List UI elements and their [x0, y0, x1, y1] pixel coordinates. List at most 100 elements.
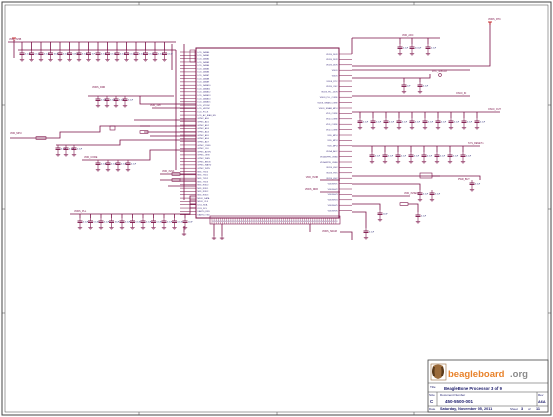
pin-label: GPMC_AD6: [198, 137, 210, 140]
pin-label: GPMC_AD3: [198, 127, 210, 130]
capacitor-value: 0.1uF: [369, 232, 375, 234]
pin-label: LCD_DATA2: [198, 57, 211, 60]
pin-label: GPMC_WAIT0: [198, 164, 213, 167]
net-label: PWR_BUT: [458, 178, 470, 181]
schematic-sheet: 0.1uF 0.1uF 0.1uF 10uF 0.1uF 0.01uF 0.1uF 1uF 0.…: [0, 0, 553, 417]
pin-label: LCD_DATA10: [198, 84, 212, 87]
pin-label: MII1_TXD3: [198, 181, 209, 183]
pin-label: VDDS_HVX: [326, 173, 338, 175]
capacitor-value: 0.1uF: [475, 184, 481, 186]
pin-label: LCD_DATA9: [198, 81, 211, 84]
pin-label: VDDS_PLL_CORE: [320, 97, 338, 99]
pin-label: VDDSHV4: [328, 200, 339, 202]
pin-label: VDDS_RTC: [326, 81, 338, 83]
rev-caption: Rev: [538, 393, 544, 397]
capacitor-value: 0.1uF: [363, 122, 369, 124]
sheet-number: 3: [521, 407, 523, 411]
capacitor-value: 0.1uF: [441, 122, 447, 124]
net-label: VDD_3V3B: [306, 176, 319, 179]
capacitor-value: 0.1uF: [466, 156, 472, 158]
pin-label: VDD_MPU: [327, 146, 338, 148]
net-label: VDDS_DDR: [92, 86, 105, 89]
pin-label: VDDSHV2: [328, 189, 339, 191]
pin-label: GPMC_AD4: [198, 130, 210, 133]
net-label: VDD_CORE: [84, 156, 98, 159]
pin-label: MDIO_CLK: [198, 201, 209, 203]
pin-label: VDD_MPU: [327, 140, 338, 142]
capacitor-value: 0.1uF: [414, 156, 420, 158]
of-caption: of: [528, 407, 531, 411]
capacitor-value: 0.1uF: [128, 100, 134, 102]
pin-label: GPMC_ADVN: [198, 150, 212, 153]
pin-label: VDD_CORE: [326, 119, 338, 121]
net-label: VDD_1V8: [150, 104, 161, 107]
capacitor-value: 0.1uF: [435, 194, 441, 196]
net-label: VDD_3V3A: [162, 170, 175, 173]
pin-label: MDIO_DATA: [198, 197, 210, 200]
pin-label: MII1_RXD2: [198, 191, 210, 193]
capacitor-value: 0.1uF: [423, 194, 429, 196]
pin-label: VDDA_ADC: [326, 150, 338, 153]
pin-label: VDDS_DDR: [326, 54, 338, 56]
pin-label: GPMC_WEN: [198, 158, 211, 160]
title-block: beagleboard .org Title BeagleBone Proces…: [427, 359, 549, 413]
pin-label: LCD_DATA15: [198, 101, 212, 104]
pin-label: VDDSHV1: [328, 183, 339, 185]
net-label: VDD_ADC: [402, 34, 414, 37]
pin-label: LCD_HSYNC: [198, 108, 211, 110]
pin-label: VDD_MPU: [327, 135, 338, 137]
capacitor-value: 0.1uF: [168, 54, 174, 56]
pin-label: VDDSHV5: [328, 205, 339, 207]
pin-label: GPMC_CSN0: [198, 145, 212, 147]
pin-label: GPMC_AD0: [198, 117, 210, 120]
capacitor-value: 0.1uF: [431, 48, 437, 50]
drawing-date: Saturday, November 05, 2011: [440, 407, 492, 411]
capacitor-value: 0.1uF: [421, 216, 427, 218]
pin-label: VDDS_OSC: [326, 86, 338, 88]
pin-label: LCD_DATA11: [198, 87, 212, 90]
net-label: OSC0_OUT: [488, 108, 501, 111]
pin-label: VDD_CORE: [326, 113, 338, 115]
capacitor-value: 0.1uF: [480, 122, 486, 124]
pin-label: MII1_RXD3: [198, 195, 210, 197]
title-caption: Title: [430, 385, 436, 389]
pin-label: MII1_TXD2: [198, 178, 209, 180]
document-number: 450-5500-001: [445, 399, 474, 404]
pin-label: LCD_DATA1: [198, 54, 211, 57]
pin-label: LCD_DATA13: [198, 94, 212, 97]
logo-text-suffix: .org: [510, 369, 528, 380]
pin-label: I2C0_SDA: [198, 204, 208, 207]
pin-label: MII1_TXD1: [198, 175, 209, 177]
drawing-title: BeagleBone Processor 3 of 9: [444, 386, 503, 391]
pin-label: VDDA1P8V_USB0: [320, 155, 338, 158]
pin-label: VDD_CORE: [326, 124, 338, 126]
capacitor-value: 0.1uF: [77, 149, 83, 151]
pin-label: LCD_AC_BIAS_EN: [198, 114, 217, 117]
pin-label: MII1_TXD0: [198, 171, 209, 173]
pin-label: VDDSHV6: [328, 210, 339, 212]
net-label: SYS_RESETn: [468, 142, 484, 145]
capacitor-value: 0.1uF: [388, 156, 394, 158]
capacitor-value: 0.01uF: [415, 48, 422, 50]
pin-label: VDDS_SRAM_MPU: [319, 107, 338, 110]
capacitor-value: 0.1uF: [428, 122, 434, 124]
pin-label: LCD_DATA4: [198, 64, 211, 67]
doc-caption: Document Number: [440, 393, 465, 397]
pin-label: GPMC_OEN: [198, 155, 210, 157]
capacitor-value: 10uF: [383, 214, 388, 216]
capacitor-value: 0.1uF: [131, 164, 137, 166]
net-label: VDDS_SRAM: [322, 230, 337, 233]
pin-label: UART0_TXD: [198, 213, 211, 216]
pin-label: GPMC_BE0N: [198, 161, 211, 163]
net-label: VDDS_PLL: [74, 210, 87, 213]
net-label: VDDS_DDR: [305, 188, 318, 191]
size-caption: Size: [429, 393, 435, 397]
capacitor-value: 0.1uF: [423, 86, 429, 88]
pin-label: I2C0_SCL: [198, 208, 208, 210]
pin-label: VDDS_PLL_DDR: [321, 92, 338, 94]
pin-label: GPMC_AD5: [198, 134, 210, 137]
pin-label: VDDS_DDR: [326, 65, 338, 67]
net-label: VDD_3V3B: [9, 38, 22, 41]
pin-label: GPMC_WPN: [198, 168, 211, 170]
pin-label: LCD_DATA6: [198, 71, 211, 74]
